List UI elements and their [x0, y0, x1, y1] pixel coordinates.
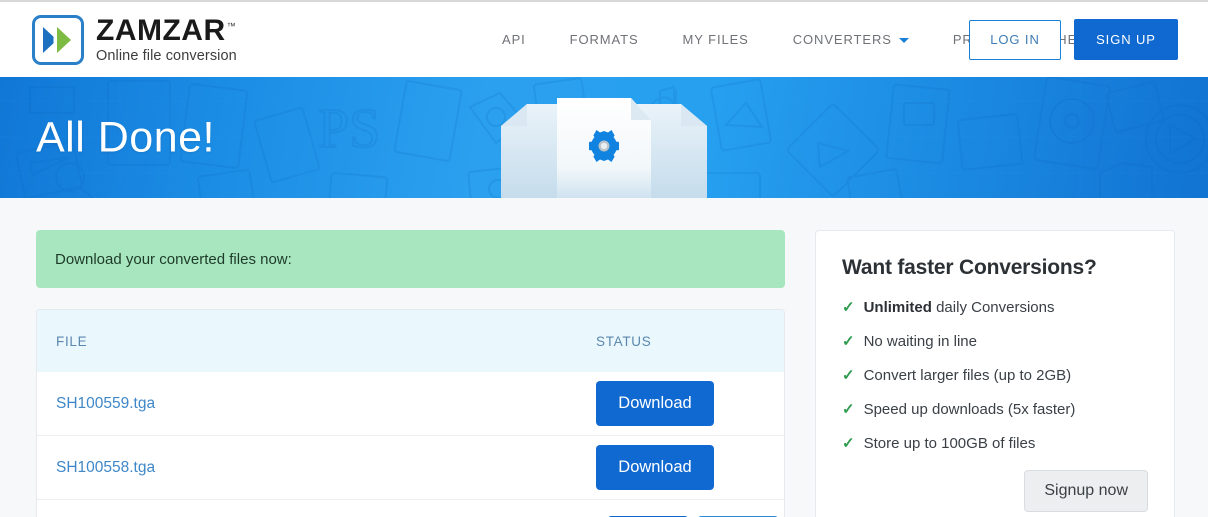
promo-feature-text: Speed up downloads (5x faster) [863, 401, 1076, 418]
promo-feature-text: Convert larger files (up to 2GB) [863, 367, 1072, 384]
promo-feature: ✓ No waiting in line [842, 332, 1148, 350]
table-row: SH100558.tga Download [37, 436, 784, 500]
promo-feature-emphasis: Unlimited [863, 299, 932, 316]
nav-item-formats[interactable]: FORMATS [548, 26, 661, 53]
table-header-row: FILE STATUS [37, 310, 784, 372]
nav-label: API [502, 32, 526, 47]
success-alert: Download your converted files now: [36, 230, 785, 288]
nav-label: FORMATS [569, 32, 639, 47]
promo-feature: ✓ Convert larger files (up to 2GB) [842, 366, 1148, 384]
nav-label: MY FILES [682, 32, 749, 47]
double-chevron-icon [32, 14, 84, 65]
promo-feature: ✓ Unlimited daily Conversions [842, 298, 1148, 316]
files-table: FILE STATUS SH100559.tga Download SH1005… [36, 309, 785, 517]
promo-feature: ✓ Speed up downloads (5x faster) [842, 400, 1148, 418]
row-status-cell: Download [584, 381, 784, 426]
promo-cta-wrap: Signup now [842, 470, 1148, 512]
brand-logo[interactable]: ZAMZAR™ Online file conversion [32, 13, 237, 65]
brand-name: ZAMZAR [96, 13, 226, 47]
promo-title: Want faster Conversions? [842, 256, 1097, 279]
check-icon: ✓ [842, 299, 855, 316]
table-row: SH100559.tga Download [37, 372, 784, 436]
nav-item-converters[interactable]: CONVERTERS [771, 26, 931, 53]
promo-feature-text: Store up to 100GB of files [863, 435, 1036, 452]
promo-column: Want faster Conversions? ✓ Unlimited dai… [815, 230, 1175, 517]
table-row-partial [37, 500, 784, 517]
download-button[interactable]: Download [596, 445, 714, 490]
file-link[interactable]: SH100558.tga [56, 459, 584, 477]
auth-actions: LOG IN SIGN UP [969, 19, 1178, 60]
brand-tagline: Online file conversion [96, 47, 237, 64]
chevron-down-icon [898, 38, 909, 43]
page-title: All Done! [36, 113, 215, 161]
site-header: ZAMZAR™ Online file conversion API FORMA… [0, 2, 1208, 77]
svg-text:PS: PS [318, 98, 380, 160]
promo-feature-text: Unlimited daily Conversions [864, 299, 1055, 316]
check-icon: ✓ [842, 333, 855, 350]
check-icon: ✓ [842, 367, 855, 384]
column-header-file: FILE [56, 333, 88, 349]
row-status-cell-partial [584, 500, 784, 517]
nav-item-api[interactable]: API [480, 26, 548, 53]
promo-feature-rest: daily Conversions [931, 299, 1055, 316]
promo-feature-text: No waiting in line [863, 333, 977, 350]
signup-now-button[interactable]: Signup now [1024, 470, 1148, 512]
main-content: Download your converted files now: FILE … [0, 198, 1208, 517]
nav-item-my-files[interactable]: MY FILES [661, 26, 771, 53]
check-icon: ✓ [842, 401, 855, 418]
hero-banner: PS All Done! [0, 77, 1208, 198]
column-header-status: STATUS [596, 333, 652, 349]
alert-message: Download your converted files now: [55, 250, 292, 268]
promo-feature: ✓ Store up to 100GB of files [842, 434, 1148, 452]
downloads-column: Download your converted files now: FILE … [36, 230, 785, 517]
row-status-cell: Download [584, 445, 784, 490]
promo-panel: Want faster Conversions? ✓ Unlimited dai… [815, 230, 1175, 517]
documents-with-gear-icon [501, 98, 707, 198]
nav-label: CONVERTERS [792, 32, 892, 47]
login-button[interactable]: LOG IN [969, 19, 1061, 60]
signup-button[interactable]: SIGN UP [1074, 19, 1178, 60]
download-button[interactable]: Download [596, 381, 714, 426]
file-link[interactable]: SH100559.tga [56, 395, 584, 413]
trademark-symbol: ™ [226, 20, 237, 31]
check-icon: ✓ [842, 435, 855, 452]
